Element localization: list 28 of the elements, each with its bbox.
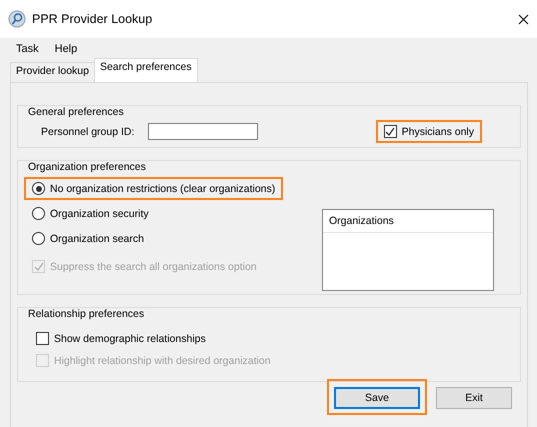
radio-button[interactable] [32, 232, 45, 245]
save-button[interactable]: Save [334, 387, 420, 409]
checkbox[interactable] [384, 125, 397, 138]
tab[interactable]: Provider lookup [10, 62, 95, 82]
radio-label: Organization search [50, 232, 144, 244]
radio-label: No organization restrictions (clear organizations) [50, 182, 276, 194]
magnifier-icon [8, 10, 26, 28]
tab[interactable]: Search preferences [94, 58, 198, 82]
radio-label: Organization security [50, 208, 149, 220]
checkbox-label: Suppress the search all organizations option [50, 260, 257, 272]
radio-button[interactable] [32, 182, 45, 195]
group-title: Organization preferences [26, 161, 148, 173]
field-label: Personnel group ID: [41, 126, 134, 138]
list-header: Organizations [323, 210, 493, 233]
checkbox[interactable] [36, 332, 49, 345]
close-icon[interactable] [518, 14, 529, 24]
checkbox-label: Physicians only [402, 126, 474, 138]
menu-item[interactable]: Task [8, 41, 47, 57]
group-title: General preferences [26, 106, 126, 118]
checkbox-label: Show demographic relationships [54, 332, 206, 344]
menu-item[interactable]: Help [46, 41, 86, 57]
radio-button[interactable] [32, 207, 45, 220]
input-field[interactable] [148, 123, 258, 140]
group-title: Relationship preferences [26, 308, 146, 320]
checkbox-label: Highlight relationship with desired organization [54, 354, 271, 366]
window-title: PPR Provider Lookup [32, 12, 154, 26]
exit-button[interactable]: Exit [436, 387, 512, 409]
list-box[interactable]: Organizations [322, 209, 494, 291]
